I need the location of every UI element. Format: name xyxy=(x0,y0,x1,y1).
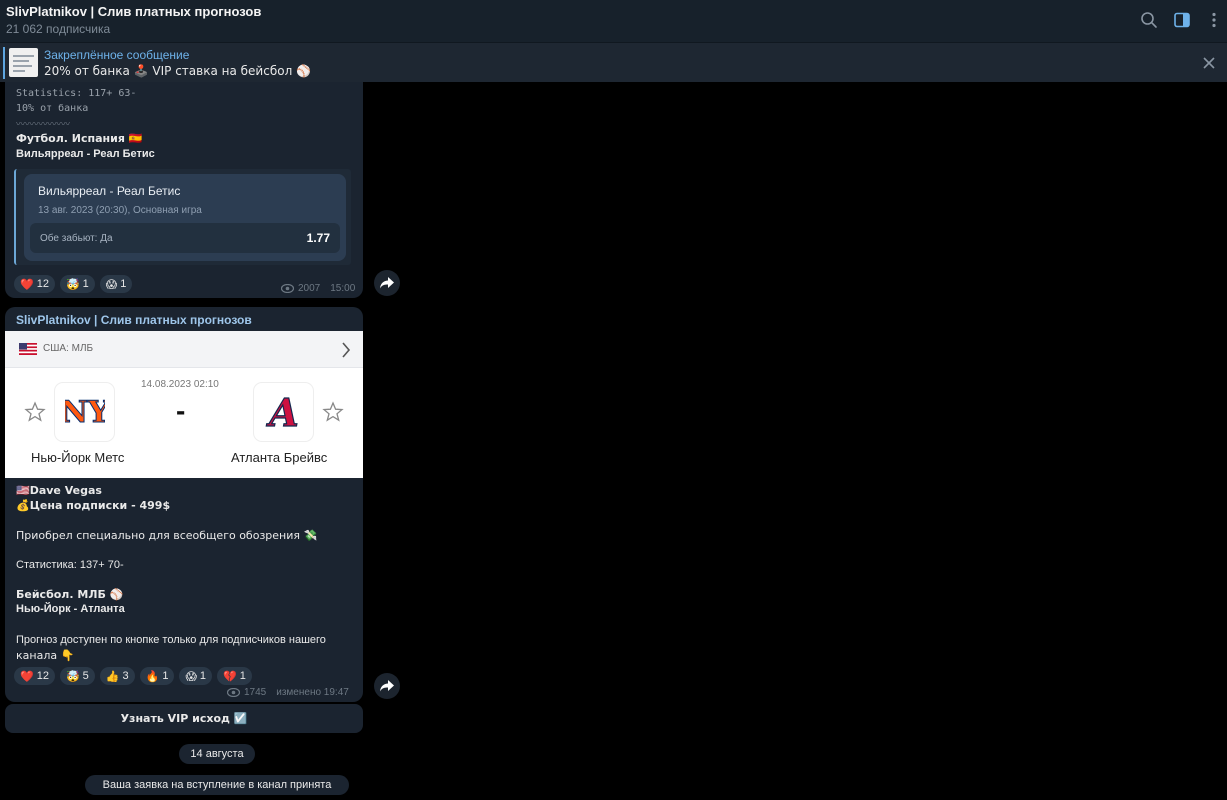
search-icon[interactable] xyxy=(1139,10,1159,30)
mets-logo: NY xyxy=(55,383,114,441)
sport-line: Футбол. Испания 🇪🇸 xyxy=(16,132,143,145)
bet-card[interactable]: Вильярреал - Реал Бетис 13 авг. 2023 (20… xyxy=(24,174,346,261)
message-meta: 1745 изменено 19:47 xyxy=(227,687,349,698)
reaction-list: ❤️ 12 🤯 1 😱 1 xyxy=(14,275,133,293)
divider-squiggle: 〰〰〰〰〰〰 xyxy=(16,120,71,130)
channel-title[interactable]: SlivPlatnikov | Слив платных прогнозов xyxy=(6,4,261,19)
match-line: Вильярреал - Реал Бетис xyxy=(16,148,155,160)
svg-text:A: A xyxy=(266,390,298,434)
views-icon xyxy=(281,284,294,293)
league-bar: США: МЛБ xyxy=(5,331,363,368)
odds-row[interactable]: Обе забьют: Да 1.77 xyxy=(30,223,340,253)
subscriber-count: 21 062 подписчика xyxy=(6,22,111,36)
match-preview-image[interactable]: США: МЛБ 14.08.2023 02:10 - NY A Нью-Йор… xyxy=(5,331,363,478)
stake-line: 10% от банка xyxy=(16,103,89,114)
pinned-indicator xyxy=(3,47,5,79)
author-line: 🇺🇸Dave Vegas xyxy=(16,484,102,497)
reaction-chip[interactable]: 😱 1 xyxy=(179,667,213,685)
reaction-chip[interactable]: 👍 3 xyxy=(99,667,135,685)
odds-label: Обе забьют: Да xyxy=(40,233,113,244)
reaction-chip[interactable]: 😱 1 xyxy=(99,275,133,293)
message-bubble: Statistics: 117+ 63- 10% от банка 〰〰〰〰〰〰… xyxy=(5,82,363,298)
bet-card-title: Вильярреал - Реал Бетис xyxy=(38,184,181,198)
star-icon[interactable] xyxy=(24,401,46,423)
reaction-list: ❤️ 12 🤯 5 👍 3 🔥 1 😱 1 💔 1 xyxy=(14,667,252,685)
message-time: изменено 19:47 xyxy=(276,687,349,698)
view-count: 1745 xyxy=(244,687,267,698)
body-line: канала 👇 xyxy=(16,649,75,662)
home-team-name: Нью-Йорк Метс xyxy=(31,450,125,465)
pinned-message-bar[interactable]: Закреплённое сообщение 20% от банка 🕹️ V… xyxy=(0,42,1227,82)
pinned-title: Закреплённое сообщение xyxy=(44,48,190,62)
share-button[interactable] xyxy=(374,673,400,699)
vip-outcome-button[interactable]: Узнать VIP исход ☑️ xyxy=(5,704,363,733)
pinned-text: 20% от банка 🕹️ VIP ставка на бейсбол ⚾ xyxy=(44,64,311,78)
chevron-right-icon xyxy=(342,342,351,358)
odds-value: 1.77 xyxy=(306,231,330,245)
sender-name[interactable]: SlivPlatnikov | Слив платных прогнозов xyxy=(16,313,252,327)
share-icon xyxy=(380,277,394,289)
body-line: Приобрел специально для всеобщего обозре… xyxy=(16,529,318,542)
price-line: 💰Цена подписки - 499$ xyxy=(16,499,171,512)
share-button[interactable] xyxy=(374,270,400,296)
stats-line: Statistics: 117+ 63- xyxy=(16,88,137,99)
share-icon xyxy=(380,680,394,692)
body-line: Прогноз доступен по кнопке только для по… xyxy=(16,634,326,646)
star-icon[interactable] xyxy=(322,401,344,423)
match-score: - xyxy=(176,395,186,426)
sport-line: Бейсбол. МЛБ ⚾ xyxy=(16,588,124,601)
more-menu-icon[interactable] xyxy=(1204,10,1224,30)
match-datetime: 14.08.2023 02:10 xyxy=(141,379,219,390)
reaction-chip[interactable]: 💔 1 xyxy=(217,667,252,685)
stats-line: Статистика: 137+ 70- xyxy=(16,559,124,571)
reaction-chip[interactable]: ❤️ 12 xyxy=(14,667,55,685)
service-message: Ваша заявка на вступление в канал принят… xyxy=(85,775,349,795)
pinned-thumbnail xyxy=(9,48,38,77)
reaction-chip[interactable]: ❤️ 12 xyxy=(14,275,55,293)
close-icon[interactable] xyxy=(1201,55,1217,76)
date-separator: 14 августа xyxy=(179,744,255,764)
view-count: 2007 xyxy=(298,283,321,294)
away-team-name: Атланта Брейвс xyxy=(231,450,328,465)
bet-card-quote: Вильярреал - Реал Бетис 13 авг. 2023 (20… xyxy=(14,169,351,265)
message-bubble: SlivPlatnikov | Слив платных прогнозов С… xyxy=(5,307,363,702)
us-flag-icon xyxy=(19,343,37,355)
sidebar-toggle-icon[interactable] xyxy=(1172,10,1192,30)
match-line: Нью-Йорк - Атланта xyxy=(16,603,125,615)
bet-card-subtitle: 13 авг. 2023 (20:30), Основная игра xyxy=(38,205,202,216)
braves-logo: A xyxy=(254,383,313,441)
league-name: США: МЛБ xyxy=(43,343,94,354)
message-meta: 2007 15:00 xyxy=(281,283,355,294)
message-time: 15:00 xyxy=(330,283,356,294)
views-icon xyxy=(227,688,240,697)
reaction-chip[interactable]: 🤯 5 xyxy=(59,667,95,685)
svg-text:NY: NY xyxy=(65,395,105,430)
reaction-chip[interactable]: 🔥 1 xyxy=(139,667,175,685)
reaction-chip[interactable]: 🤯 1 xyxy=(59,275,95,293)
chat-header: SlivPlatnikov | Слив платных прогнозов 2… xyxy=(0,0,1227,42)
